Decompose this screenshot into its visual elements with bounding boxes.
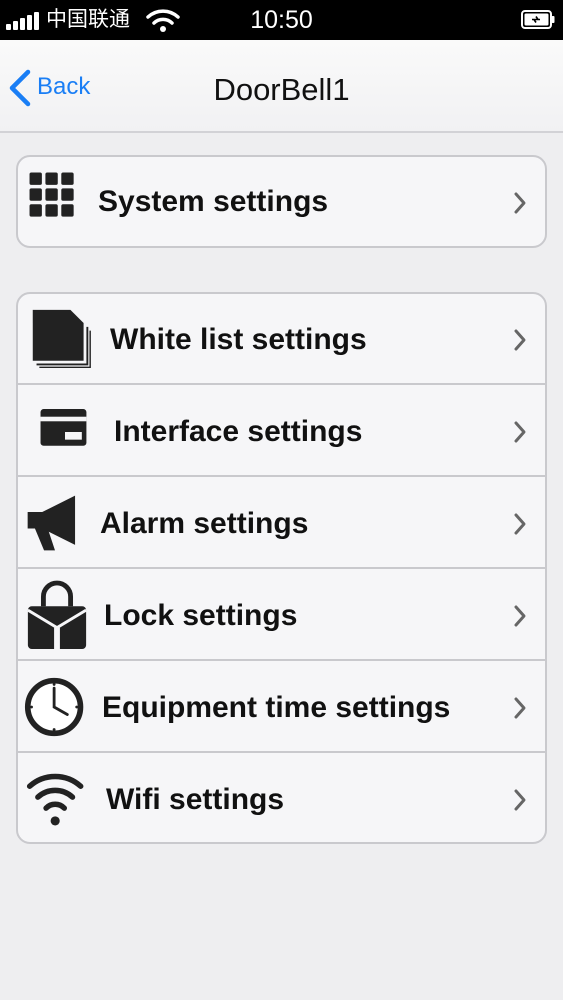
row-equipment-time-settings[interactable]: Equipment time settings <box>18 662 545 753</box>
card-stack-icon <box>32 309 91 368</box>
megaphone-icon <box>27 495 76 551</box>
chevron-right-icon <box>514 697 526 719</box>
row-label: System settings <box>98 185 329 218</box>
grid-icon <box>29 172 74 217</box>
page-title: DoorBell1 <box>213 72 350 107</box>
clock-icon <box>24 677 84 737</box>
row-label: Interface settings <box>114 415 363 448</box>
battery-charging-icon <box>521 10 555 29</box>
row-interface-settings[interactable]: Interface settings <box>18 386 545 477</box>
row-label: White list settings <box>110 323 367 356</box>
chevron-right-icon <box>514 421 526 443</box>
card-icon <box>40 409 87 446</box>
chevron-right-icon <box>514 789 526 811</box>
row-wifi-settings[interactable]: Wifi settings <box>18 754 545 842</box>
row-alarm-settings[interactable]: Alarm settings <box>18 478 545 569</box>
row-label: Equipment time settings <box>102 691 451 724</box>
chevron-right-icon <box>514 513 526 535</box>
row-lock-settings[interactable]: Lock settings <box>18 570 545 661</box>
settings-group-device: White list settings Interface settings A… <box>16 292 547 844</box>
row-label: Alarm settings <box>100 507 309 540</box>
row-system-settings[interactable]: System settings <box>18 157 545 246</box>
row-white-list-settings[interactable]: White list settings <box>18 294 545 385</box>
chevron-right-icon <box>514 192 526 214</box>
navigation-bar: Back DoorBell1 <box>0 40 563 133</box>
chevron-right-icon <box>514 329 526 351</box>
chevron-right-icon <box>514 605 526 627</box>
settings-group-system: System settings <box>16 155 547 248</box>
status-bar: 中国联通 10:50 <box>0 0 563 40</box>
wifi-icon <box>26 773 84 826</box>
row-label: Wifi settings <box>106 783 285 816</box>
status-time: 10:50 <box>250 6 313 34</box>
row-label: Lock settings <box>104 599 298 632</box>
padlock-icon <box>27 580 87 649</box>
